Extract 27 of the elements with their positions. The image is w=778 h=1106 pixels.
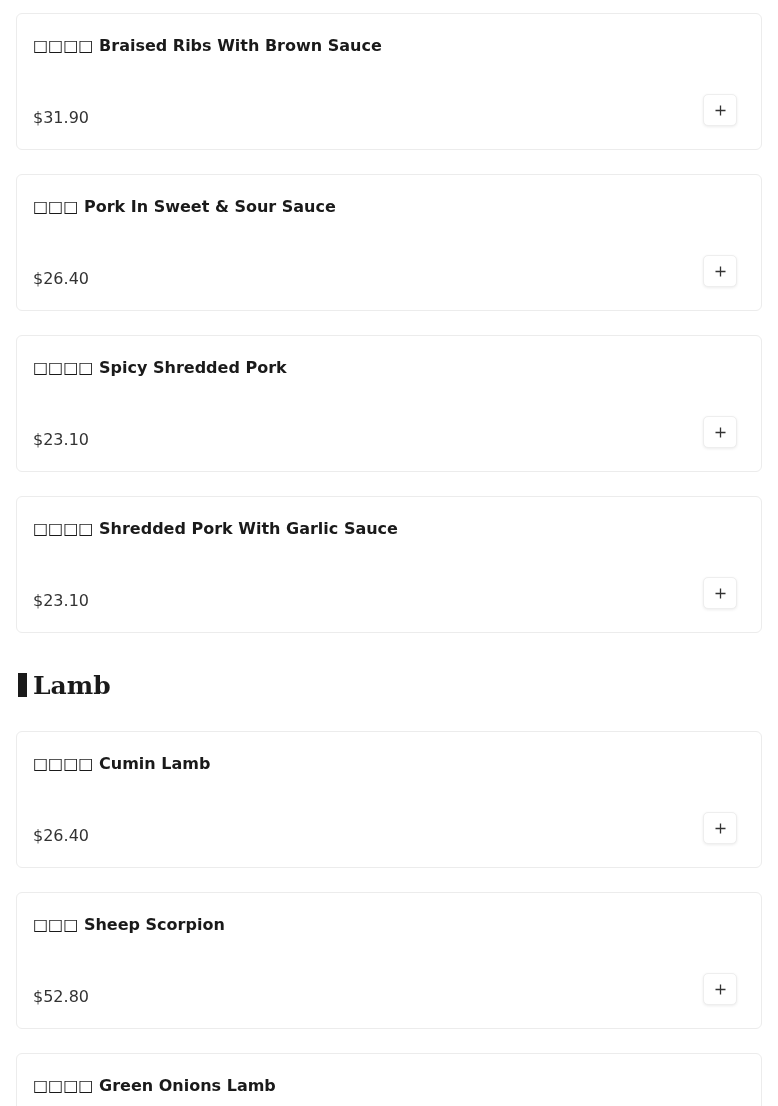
add-button[interactable]	[703, 577, 737, 609]
add-button[interactable]	[703, 94, 737, 126]
add-button[interactable]	[703, 416, 737, 448]
dish-name: □□□ Pork In Sweet & Sour Sauce	[33, 197, 337, 217]
dish-price: $23.10	[33, 430, 89, 450]
plus-icon	[714, 587, 726, 599]
plus-icon	[714, 265, 726, 277]
section-heading: Lamb	[33, 670, 111, 700]
dish-price: $52.80	[33, 987, 89, 1007]
add-button[interactable]	[703, 812, 737, 844]
plus-icon	[714, 426, 726, 438]
add-button[interactable]	[703, 255, 737, 287]
dish-name: □□□□ Spicy Shredded Pork	[33, 358, 288, 378]
plus-icon	[714, 104, 726, 116]
plus-icon	[714, 822, 726, 834]
heading-bar	[18, 673, 27, 697]
dish-name: □□□□ Shredded Pork With Garlic Sauce	[33, 519, 399, 539]
dish-name: □□□□ Braised Ribs With Brown Sauce	[33, 36, 383, 56]
dish-price: $31.90	[33, 108, 89, 128]
dish-price: $26.40	[33, 826, 89, 846]
dish-price: $23.10	[33, 591, 89, 611]
add-button[interactable]	[703, 973, 737, 1005]
dish-name: □□□□ Green Onions Lamb	[33, 1076, 277, 1096]
dish-name: □□□□ Cumin Lamb	[33, 754, 212, 774]
dish-price: $26.40	[33, 269, 89, 289]
plus-icon	[714, 983, 726, 995]
dish-name: □□□ Sheep Scorpion	[33, 915, 226, 935]
